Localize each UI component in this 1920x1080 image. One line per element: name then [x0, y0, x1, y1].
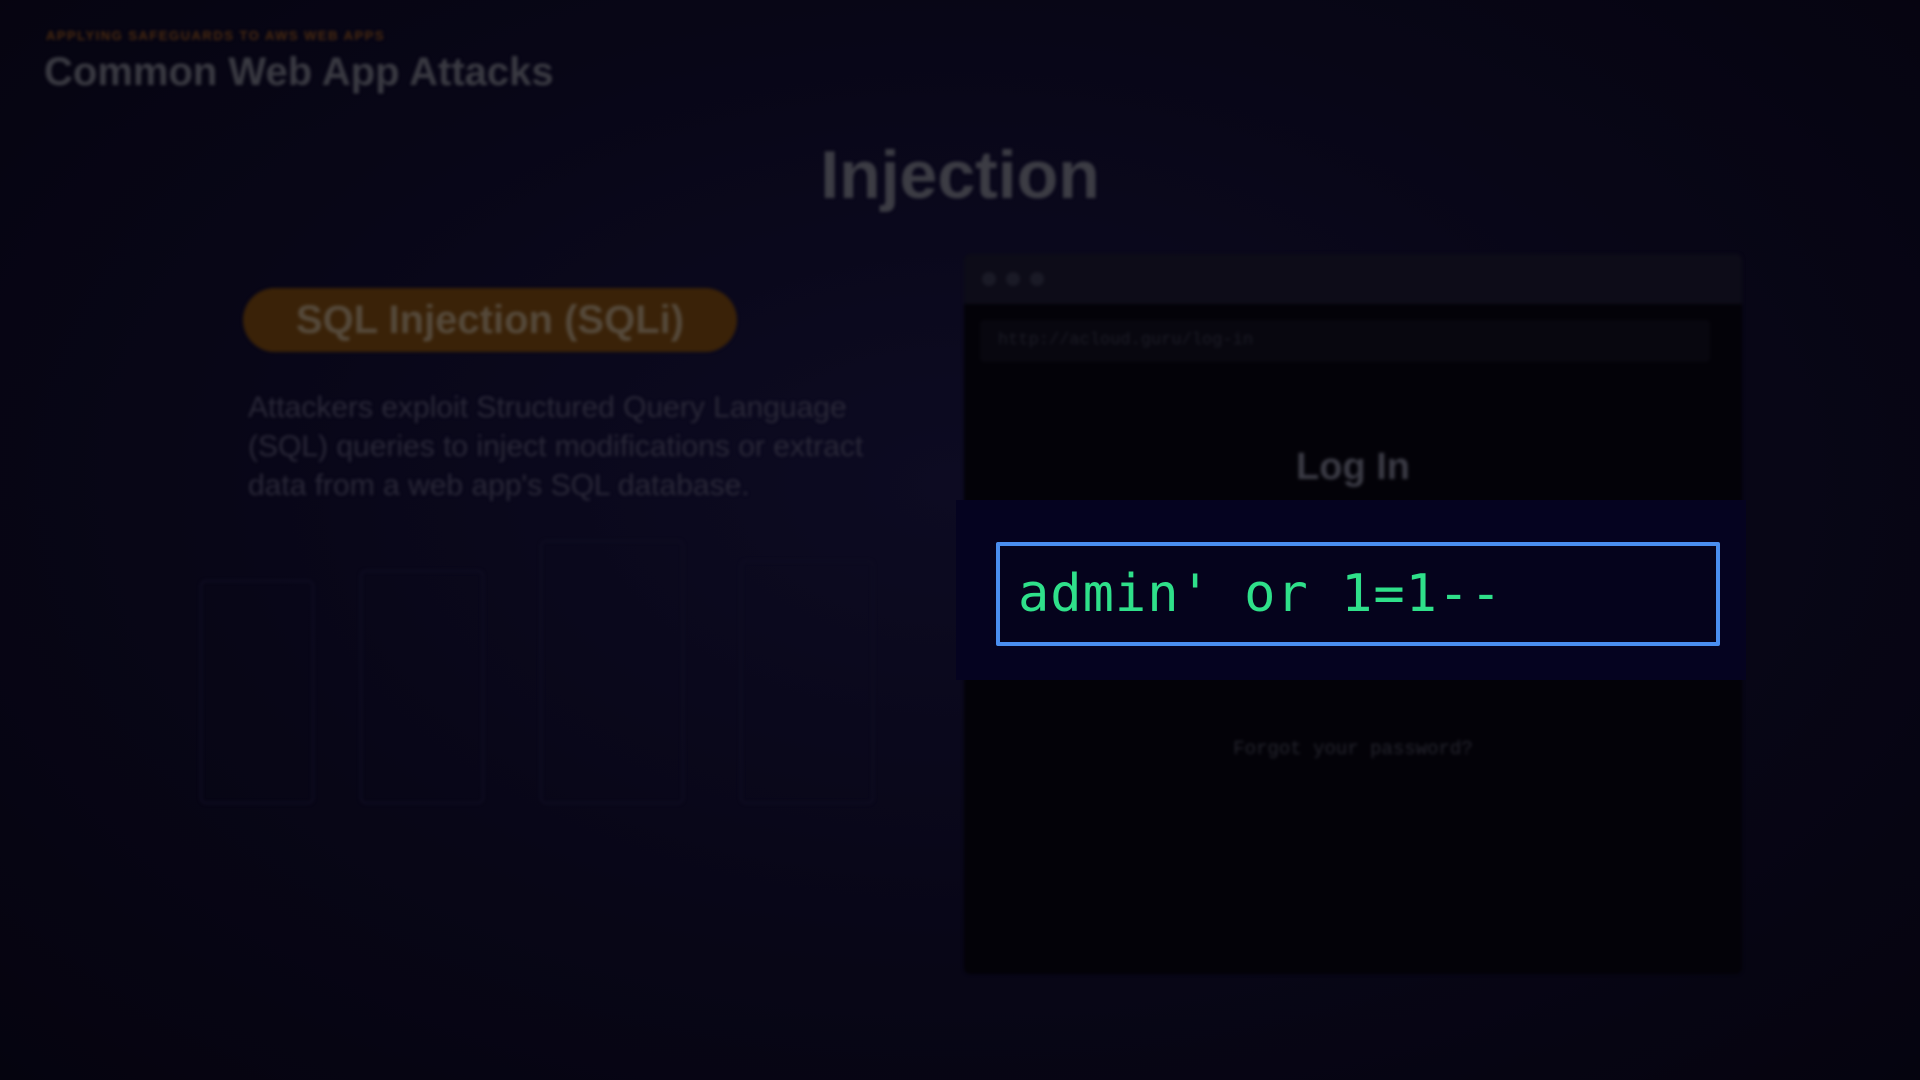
slide-kicker: APPLYING SAFEGUARDS TO AWS WEB APPS: [46, 28, 386, 43]
window-close-dot-icon: [982, 272, 996, 286]
username-input[interactable]: admin' or 1=1--: [996, 542, 1720, 646]
topic-description: Attackers exploit Structured Query Langu…: [248, 391, 864, 502]
injection-payload: admin' or 1=1--: [1018, 564, 1503, 624]
topic-pill: SQL Injection (SQLi): [243, 288, 737, 352]
browser-titlebar: [964, 254, 1742, 304]
section-heading: Injection: [820, 137, 1100, 213]
slide: APPLYING SAFEGUARDS TO AWS WEB APPS Comm…: [0, 0, 1920, 1080]
window-minimize-dot-icon: [1006, 272, 1020, 286]
forgot-password-link[interactable]: Forgot your password?: [964, 738, 1742, 760]
window-maximize-dot-icon: [1030, 272, 1044, 286]
address-bar[interactable]: http://acloud.guru/log-in: [980, 320, 1710, 362]
server-illustration: [180, 540, 980, 860]
login-heading: Log In: [1296, 446, 1410, 488]
slide-title: Common Web App Attacks: [44, 50, 554, 94]
